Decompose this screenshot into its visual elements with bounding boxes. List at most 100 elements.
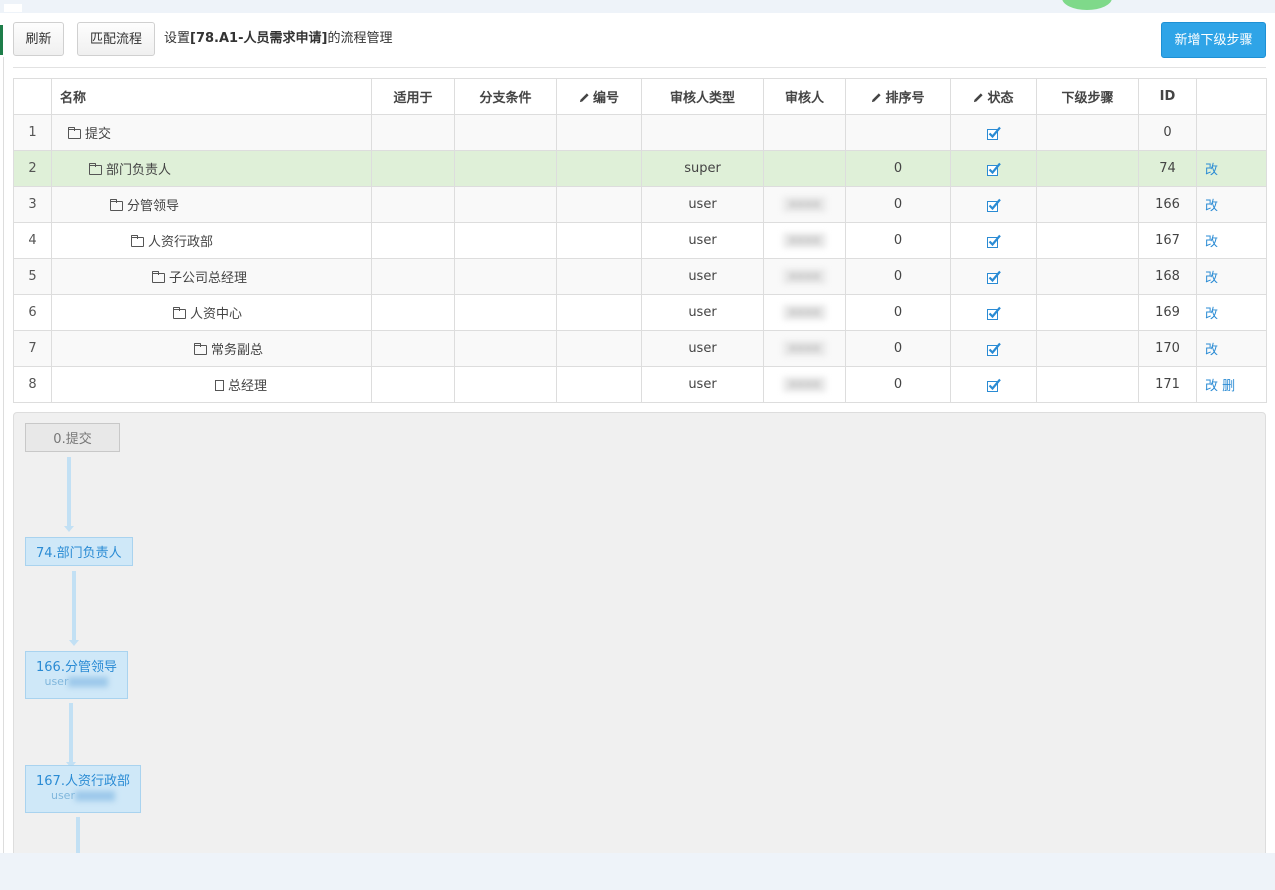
flow-node[interactable]: 74.部门负责人	[25, 537, 133, 566]
file-icon	[215, 380, 224, 391]
checkbox-checked-icon[interactable]	[986, 270, 1001, 284]
next-step-cell	[1036, 258, 1139, 295]
step-name-cell[interactable]: 人资行政部	[51, 222, 372, 259]
edit-link[interactable]: 改	[1205, 163, 1218, 178]
id-cell: 74	[1138, 150, 1197, 187]
applies-cell	[371, 330, 455, 367]
flow-arrow	[76, 817, 80, 853]
col-sort[interactable]: 排序号	[845, 78, 951, 115]
step-name-cell[interactable]: 分管领导	[51, 186, 372, 223]
status-cell[interactable]	[950, 150, 1037, 187]
table-row[interactable]: 5 子公司总经理 user xxxx 0 168 改	[13, 258, 1267, 295]
flow-steps-table: 名称 适用于 分支条件 编号 审核人类型 审核人 排序号 状态 下级步骤 ID …	[13, 78, 1267, 403]
approver-cell: xxxx	[763, 222, 846, 259]
checkbox-checked-icon[interactable]	[986, 162, 1001, 176]
sort-cell: 0	[845, 186, 951, 223]
refresh-button[interactable]: 刷新	[13, 22, 64, 56]
edit-link[interactable]: 改	[1205, 307, 1218, 322]
table-row[interactable]: 2 部门负责人 super 0 74 改	[13, 150, 1267, 187]
step-name-cell[interactable]: 提交	[51, 114, 372, 151]
next-step-cell	[1036, 366, 1139, 403]
row-index: 3	[13, 186, 52, 223]
branch-cell	[454, 330, 557, 367]
checkbox-checked-icon[interactable]	[986, 234, 1001, 248]
status-cell[interactable]	[950, 258, 1037, 295]
folder-icon	[194, 343, 207, 355]
col-code[interactable]: 编号	[556, 78, 642, 115]
step-name-cell[interactable]: 总经理	[51, 366, 372, 403]
branch-cell	[454, 150, 557, 187]
flow-node-sub: user	[36, 675, 117, 688]
row-index: 8	[13, 366, 52, 403]
applies-cell	[371, 366, 455, 403]
delete-link[interactable]: 删	[1222, 379, 1235, 394]
col-id[interactable]: ID	[1138, 78, 1197, 115]
edit-link[interactable]: 改	[1205, 343, 1218, 358]
step-name-cell[interactable]: 常务副总	[51, 330, 372, 367]
flow-node-sub-label: user	[44, 675, 69, 688]
checkbox-checked-icon[interactable]	[986, 198, 1001, 212]
flow-node[interactable]: 167.人资行政部 user	[25, 765, 141, 813]
code-cell	[556, 258, 642, 295]
edit-link[interactable]: 改	[1205, 199, 1218, 214]
status-cell[interactable]	[950, 114, 1037, 151]
status-cell[interactable]	[950, 330, 1037, 367]
actions-cell: 改	[1196, 222, 1267, 259]
col-approver-type[interactable]: 审核人类型	[641, 78, 764, 115]
col-applies[interactable]: 适用于	[371, 78, 455, 115]
sort-cell: 0	[845, 330, 951, 367]
applies-cell	[371, 294, 455, 331]
col-status[interactable]: 状态	[950, 78, 1037, 115]
table-header: 名称 适用于 分支条件 编号 审核人类型 审核人 排序号 状态 下级步骤 ID	[13, 78, 1267, 115]
divider	[13, 67, 1266, 68]
status-cell[interactable]	[950, 294, 1037, 331]
edit-link[interactable]: 改	[1205, 235, 1218, 250]
status-cell[interactable]	[950, 186, 1037, 223]
checkbox-checked-icon[interactable]	[986, 126, 1001, 140]
folder-icon	[68, 127, 81, 139]
status-cell[interactable]	[950, 366, 1037, 403]
flow-node[interactable]: 166.分管领导 user	[25, 651, 128, 699]
match-flow-button[interactable]: 匹配流程	[77, 22, 155, 56]
checkbox-checked-icon[interactable]	[986, 378, 1001, 392]
sort-cell: 0	[845, 366, 951, 403]
code-cell	[556, 114, 642, 151]
status-cell[interactable]	[950, 222, 1037, 259]
actions-cell: 改 删	[1196, 366, 1267, 403]
edit-link[interactable]: 改	[1205, 379, 1218, 394]
id-cell: 170	[1138, 330, 1197, 367]
col-name[interactable]: 名称	[51, 78, 372, 115]
table-row[interactable]: 3 分管领导 user xxxx 0 166 改	[13, 186, 1267, 223]
step-name-cell[interactable]: 人资中心	[51, 294, 372, 331]
flow-arrow	[66, 703, 76, 768]
col-next-step[interactable]: 下级步骤	[1036, 78, 1139, 115]
add-next-step-button[interactable]: 新增下级步骤	[1161, 22, 1266, 58]
table-row[interactable]: 7 常务副总 user xxxx 0 170 改	[13, 330, 1267, 367]
row-index: 7	[13, 330, 52, 367]
checkbox-checked-icon[interactable]	[986, 342, 1001, 356]
approver-type-cell: user	[641, 222, 764, 259]
folder-icon	[152, 271, 165, 283]
step-name: 子公司总经理	[169, 271, 248, 286]
approver-type-cell: user	[641, 330, 764, 367]
table-row[interactable]: 1 提交 0	[13, 114, 1267, 151]
col-status-label: 状态	[987, 91, 1014, 106]
col-branch[interactable]: 分支条件	[454, 78, 557, 115]
step-name: 常务副总	[211, 343, 264, 358]
table-row[interactable]: 4 人资行政部 user xxxx 0 167 改	[13, 222, 1267, 259]
step-name-cell[interactable]: 子公司总经理	[51, 258, 372, 295]
col-approver[interactable]: 审核人	[763, 78, 846, 115]
title-prefix: 设置	[164, 31, 191, 46]
table-row[interactable]: 8 总经理 user xxxx 0 171 改 删	[13, 366, 1267, 403]
table-row[interactable]: 6 人资中心 user xxxx 0 169 改	[13, 294, 1267, 331]
flow-node-label: 0.提交	[53, 432, 92, 447]
step-name-cell[interactable]: 部门负责人	[51, 150, 372, 187]
flow-node[interactable]: 0.提交	[25, 423, 120, 452]
edit-link[interactable]: 改	[1205, 271, 1218, 286]
actions-cell	[1196, 114, 1267, 151]
flow-node-label: 167.人资行政部	[36, 774, 130, 789]
sort-cell: 0	[845, 258, 951, 295]
checkbox-checked-icon[interactable]	[986, 306, 1001, 320]
code-cell	[556, 222, 642, 259]
flow-diagram: 0.提交 74.部门负责人 166.分管领导 user 167.人资行政部 user	[13, 412, 1266, 853]
